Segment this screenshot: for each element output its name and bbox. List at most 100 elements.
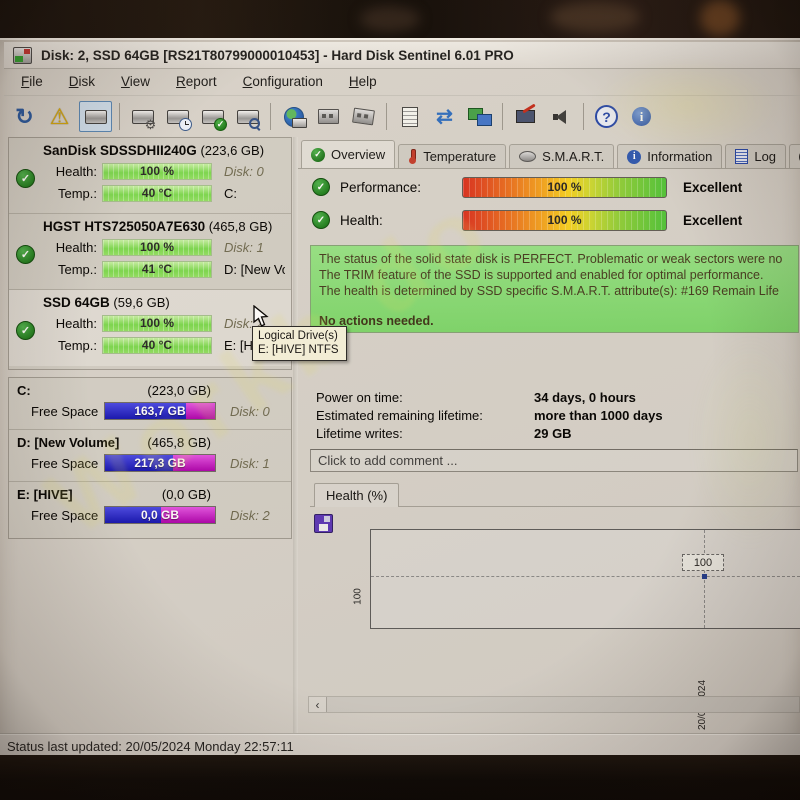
- tab-disk-performance[interactable]: Disk: [789, 144, 800, 168]
- partition-item-d[interactable]: D: [New Volume] (465,8 GB) Free Space 217…: [9, 430, 291, 482]
- disk-item-1[interactable]: ✓ HGST HTS725050A7E630 (465,8 GB) Health…: [9, 214, 291, 290]
- power-on-time-value: 34 days, 0 hours: [534, 389, 636, 405]
- menu-configuration[interactable]: Configuration: [230, 70, 336, 93]
- save-chart-icon[interactable]: [314, 514, 333, 533]
- temp-label: Temp.:: [57, 186, 97, 201]
- disk-item-2-selected[interactable]: ✓ SSD 64GB (59,6 GB) Health: 100 % Disk:…: [9, 290, 291, 366]
- health-value: 100 %: [139, 316, 175, 330]
- health-row: ✓ Health: 100 % Excellent: [312, 209, 798, 231]
- power-on-time-label: Power on time:: [316, 389, 403, 405]
- network-computers-icon[interactable]: [462, 100, 497, 133]
- status-line-1: The status of the solid state disk is PE…: [319, 252, 783, 266]
- performance-row: ✓ Performance: 100 % Excellent: [312, 176, 798, 198]
- health-bar: 100 %: [102, 315, 212, 332]
- tooltip-line-2: E: [HIVE] NTFS: [258, 344, 339, 356]
- disk-name: SSD 64GB: [43, 295, 110, 310]
- partition-item-c[interactable]: C: (223,0 GB) Free Space 163,7 GB Disk: 0: [9, 378, 291, 430]
- temp-label: Temp.:: [57, 262, 97, 277]
- free-space-value: 0,0 GB: [140, 508, 179, 522]
- free-space-label: Free Space: [31, 507, 99, 523]
- tab-overview[interactable]: ✓ Overview: [301, 140, 396, 168]
- info-glyph: i: [632, 107, 651, 126]
- tab-log[interactable]: Log: [725, 144, 787, 168]
- performance-rating: Excellent: [683, 179, 743, 195]
- chart-data-point[interactable]: [702, 574, 707, 579]
- disk-search-icon[interactable]: [230, 100, 265, 133]
- comment-field[interactable]: Click to add comment ...: [310, 449, 798, 472]
- temp-value: 40 °C: [141, 186, 173, 200]
- menu-view[interactable]: View: [108, 70, 163, 93]
- computers-glyph: [467, 107, 492, 126]
- menu-file[interactable]: File: [8, 70, 56, 93]
- hardware-adapter-icon-1[interactable]: [311, 100, 346, 133]
- info-icon: i: [627, 149, 642, 164]
- globe-icon: [283, 106, 307, 128]
- health-label: Health:: [55, 164, 97, 179]
- sidebar-splitter[interactable]: [293, 137, 298, 734]
- free-space-label: Free Space: [31, 455, 99, 471]
- chart-horizontal-scrollbar[interactable]: ‹: [308, 696, 800, 713]
- disk-size: (223,6 GB): [200, 143, 265, 158]
- partition-name: D: [New Volume]: [17, 435, 120, 450]
- disk-number: Disk: 0: [224, 164, 264, 179]
- tab-temperature[interactable]: Temperature: [398, 144, 507, 168]
- chart-point-label: 100: [682, 554, 724, 571]
- report-document-icon[interactable]: [392, 100, 427, 133]
- sound-alert-icon[interactable]: [543, 100, 578, 133]
- tab-label: Temperature: [423, 149, 497, 164]
- performance-bar: 100 %: [462, 176, 667, 198]
- menu-disk[interactable]: Disk: [56, 70, 108, 93]
- window-title: Disk: 2, SSD 64GB [RS21T80799000010453] …: [41, 47, 514, 63]
- disk-check-icon[interactable]: ✓: [195, 100, 230, 133]
- health-bar: 100 %: [462, 209, 667, 231]
- help-icon[interactable]: ?: [589, 100, 624, 133]
- disk-view-icon[interactable]: [79, 101, 112, 132]
- chart-gridline-100: [371, 576, 800, 577]
- about-info-icon[interactable]: i: [624, 100, 659, 133]
- tab-smart[interactable]: S.M.A.R.T.: [509, 144, 615, 168]
- sync-arrows-icon[interactable]: ⇄: [427, 100, 462, 133]
- partition-size: (0,0 GB): [161, 487, 211, 502]
- hard-disk-sentinel-window: Disk: 2, SSD 64GB [RS21T80799000010453] …: [0, 38, 800, 759]
- photo-blob: [700, 0, 740, 36]
- scroll-left-button[interactable]: ‹: [309, 697, 327, 712]
- photo-background-bottom: alctrape: [0, 755, 800, 800]
- cursor-arrow: [253, 304, 269, 327]
- menu-report[interactable]: Report: [163, 70, 230, 93]
- check-icon: ✓: [312, 211, 330, 229]
- gear-icon: ⚙: [144, 117, 157, 132]
- disk-clock-icon[interactable]: [160, 100, 195, 133]
- partition-size: (465,8 GB): [147, 435, 211, 450]
- health-label: Health:: [55, 316, 97, 331]
- temp-bar: 40 °C: [102, 337, 212, 354]
- refresh-icon[interactable]: ↻: [7, 100, 42, 133]
- temp-bar: 40 °C: [102, 185, 212, 202]
- photo-blob: [550, 2, 640, 32]
- health-ok-icon: ✓: [16, 321, 35, 340]
- menu-help[interactable]: Help: [336, 70, 390, 93]
- free-space-value: 163,7 GB: [134, 404, 186, 418]
- problems-warning-icon[interactable]: ⚠: [42, 100, 77, 133]
- tab-information[interactable]: i Information: [617, 144, 723, 168]
- screenshot-monitor-pen-icon[interactable]: [508, 100, 543, 133]
- health-value: 100 %: [547, 212, 582, 227]
- smart-disk-icon: [519, 151, 537, 162]
- warning-glyph: ⚠: [49, 103, 70, 129]
- disk-gear-icon[interactable]: ⚙: [125, 100, 160, 133]
- free-space-label: Free Space: [31, 403, 99, 419]
- temp-value: 40 °C: [141, 338, 173, 352]
- chart-section-title[interactable]: Health (%): [314, 483, 400, 507]
- title-bar[interactable]: Disk: 2, SSD 64GB [RS21T80799000010453] …: [4, 42, 800, 69]
- tab-label: Log: [754, 149, 777, 164]
- lifetime-writes-value: 29 GB: [534, 425, 572, 441]
- temp-value: 41 °C: [141, 262, 173, 276]
- disk-list: ✓ SanDisk SDSSDHII240G (223,6 GB) Health…: [8, 137, 292, 370]
- hardware-adapter-icon-2[interactable]: [346, 100, 381, 133]
- disk-size: (465,8 GB): [208, 219, 273, 234]
- disk-number: Disk: 1: [230, 455, 270, 471]
- disk-number: Disk: 0: [230, 403, 270, 419]
- disk-item-0[interactable]: ✓ SanDisk SDSSDHII240G (223,6 GB) Health…: [9, 138, 291, 214]
- health-ok-icon: ✓: [16, 245, 35, 264]
- partition-item-e[interactable]: E: [HIVE] (0,0 GB) Free Space 0,0 GB Disk…: [9, 482, 291, 534]
- network-globe-disk-icon[interactable]: [276, 100, 311, 133]
